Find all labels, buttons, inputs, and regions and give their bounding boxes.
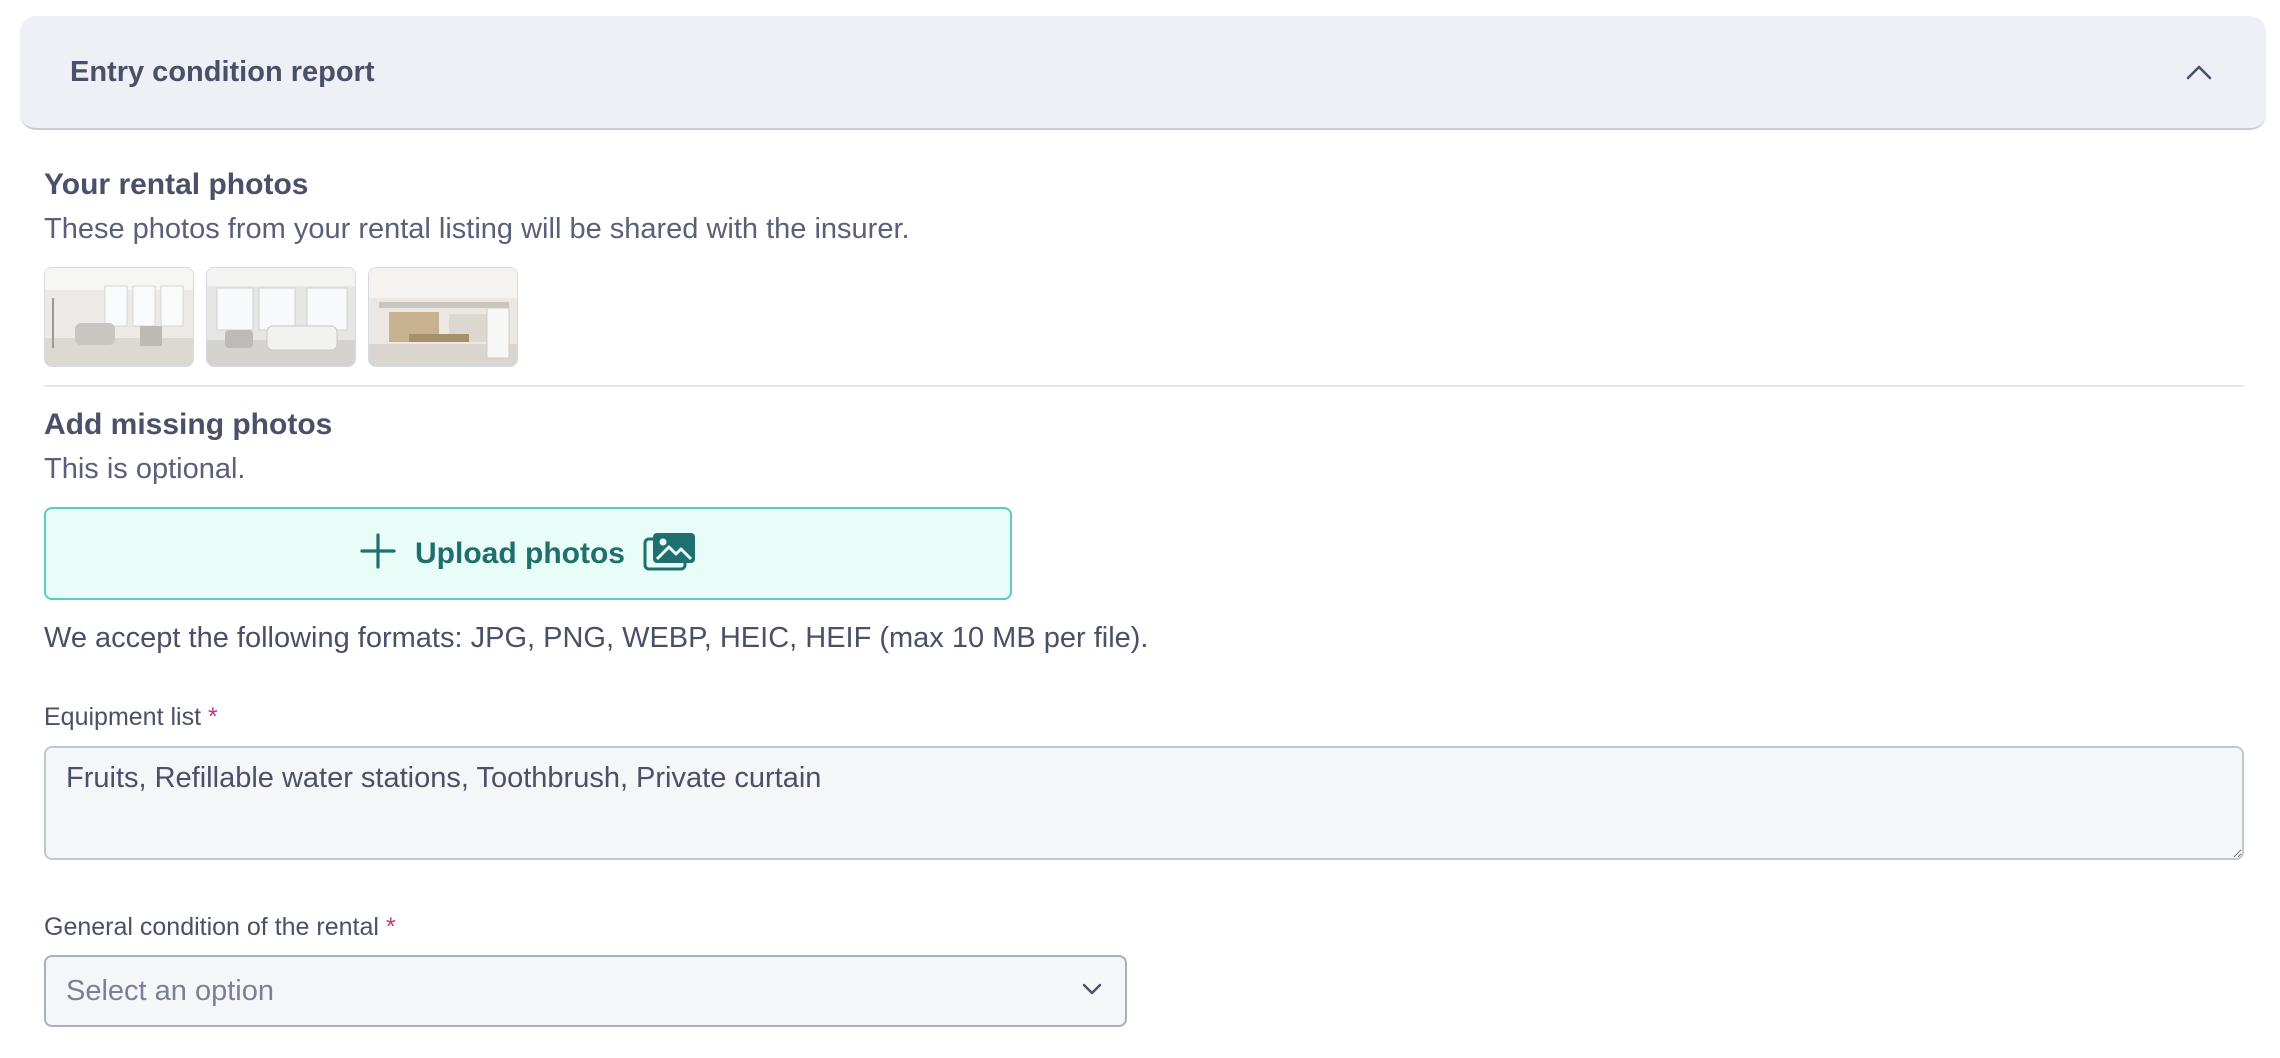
accordion-title: Entry condition report: [70, 55, 375, 88]
select-placeholder: Select an option: [66, 974, 274, 1007]
rental-photo-thumbnails: [44, 267, 518, 367]
general-condition-label-text: General condition of the rental: [44, 913, 379, 941]
equipment-list-label-text: Equipment list: [44, 703, 202, 731]
upload-formats-note: We accept the following formats: JPG, PN…: [44, 622, 1149, 654]
image-gallery-icon: [643, 531, 697, 576]
rental-photo-thumbnail[interactable]: [44, 267, 194, 367]
rental-photo-thumbnail[interactable]: [206, 267, 356, 367]
section-divider: [44, 385, 2244, 387]
upload-photos-button[interactable]: Upload photos: [44, 507, 1012, 600]
accordion-header[interactable]: Entry condition report: [20, 16, 2266, 130]
rental-photos-heading: Your rental photos: [44, 168, 309, 201]
general-condition-select[interactable]: Select an option: [44, 955, 1127, 1027]
missing-photos-heading: Add missing photos: [44, 408, 333, 441]
plus-icon: [359, 532, 397, 575]
general-condition-label: General condition of the rental *: [44, 913, 396, 942]
chevron-up-icon[interactable]: [2184, 57, 2214, 87]
rental-photos-description: These photos from your rental listing wi…: [44, 213, 910, 245]
upload-photos-label: Upload photos: [415, 536, 625, 570]
equipment-list-label: Equipment list *: [44, 703, 218, 732]
equipment-list-textarea[interactable]: Fruits, Refillable water stations, Tooth…: [44, 746, 2244, 860]
required-mark: *: [385, 913, 396, 941]
required-mark: *: [207, 703, 218, 731]
missing-photos-description: This is optional.: [44, 453, 246, 485]
rental-photo-thumbnail[interactable]: [368, 267, 518, 367]
chevron-down-icon: [1081, 982, 1103, 1001]
